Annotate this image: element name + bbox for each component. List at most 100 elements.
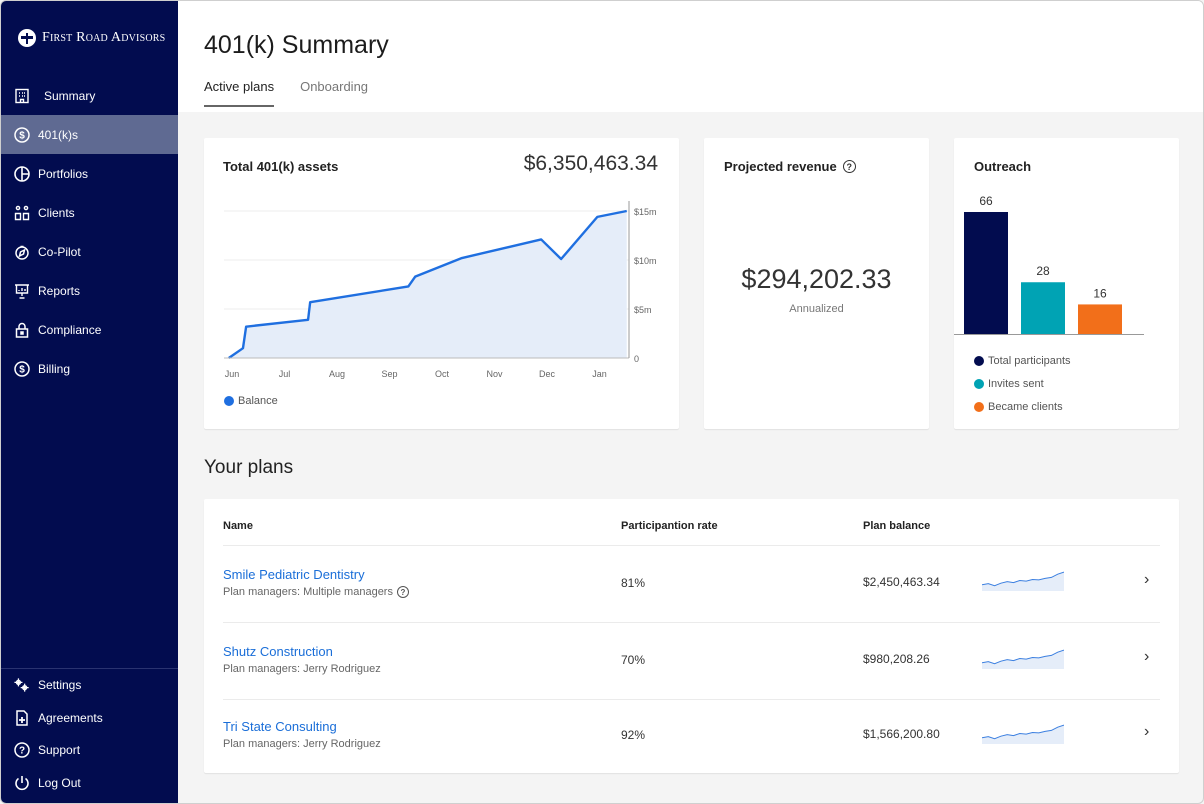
card-title: Projected revenue ? (724, 159, 856, 174)
page-header: 401(k) Summary Active plans Onboarding (178, 1, 1203, 112)
gears-icon (14, 677, 30, 693)
legend-item: Total participants (974, 349, 1071, 372)
plan-name-link[interactable]: Shutz Construction (223, 644, 333, 659)
bar-total-participants[interactable] (964, 212, 1008, 334)
chart-legend: Balance (224, 395, 278, 407)
table-row[interactable]: Shutz Construction Plan managers: Jerry R… (204, 623, 1179, 699)
bar-value-label: 16 (1093, 286, 1107, 300)
outreach-card: Outreach 66 28 16 Total participants Invite… (954, 138, 1179, 429)
column-header-plan-balance[interactable]: Plan balance (863, 520, 930, 532)
bar-value-label: 28 (1036, 264, 1050, 278)
plan-name-link[interactable]: Tri State Consulting (223, 719, 337, 734)
plans-table: Name Participantion rate Plan balance Sm… (204, 499, 1179, 773)
x-tick-label: Sep (381, 369, 397, 379)
sidebar-item-portfolios[interactable]: Portfolios (1, 154, 178, 193)
x-tick-label: Jan (592, 369, 607, 379)
x-tick-label: Dec (539, 369, 556, 379)
outreach-bar-chart: 66 28 16 (954, 194, 1144, 335)
balance-sparkline (982, 724, 1064, 744)
x-tick-label: Jun (225, 369, 240, 379)
dollar-circle-icon: $ (14, 360, 30, 377)
presentation-icon (14, 283, 30, 299)
balance-area (228, 211, 627, 358)
sidebar: First Road Advisors Summary $ 401(k)s Po… (1, 1, 178, 803)
plan-managers: Plan managers: Jerry Rodriguez (223, 738, 381, 750)
chevron-right-icon[interactable]: › (1144, 723, 1149, 741)
sidebar-item-support[interactable]: ? Support (1, 734, 178, 767)
brand-logo[interactable]: First Road Advisors (18, 29, 165, 47)
help-icon[interactable]: ? (396, 586, 409, 598)
projected-revenue-subtitle: Annualized (789, 303, 844, 315)
help-circle-icon: ? (14, 742, 30, 758)
lock-icon (14, 322, 30, 338)
document-plus-icon (14, 710, 30, 726)
balance-sparkline (982, 649, 1064, 669)
sidebar-item-compliance[interactable]: Compliance (1, 310, 178, 349)
app-window: First Road Advisors Summary $ 401(k)s Po… (0, 0, 1204, 804)
chevron-right-icon[interactable]: › (1144, 571, 1149, 589)
sparkline-area (982, 650, 1064, 669)
outreach-legend: Total participants Invites sent Became cli… (974, 349, 1071, 418)
participation-rate: 81% (621, 576, 646, 590)
svg-text:$: $ (19, 130, 25, 141)
sidebar-item-agreements[interactable]: Agreements (1, 702, 178, 735)
svg-text:?: ? (19, 746, 25, 757)
pie-chart-icon (14, 165, 30, 182)
y-tick-label: 0 (634, 354, 639, 364)
table-row[interactable]: Tri State Consulting Plan managers: Jerry… (204, 698, 1179, 774)
sidebar-item-billing[interactable]: $ Billing (1, 349, 178, 388)
svg-text:$: $ (19, 364, 25, 375)
legend-label-balance: Balance (238, 395, 278, 407)
sidebar-nav: Summary $ 401(k)s Portfolios Clients Co-… (1, 76, 178, 388)
plan-balance: $2,450,463.34 (863, 575, 940, 589)
brand-name: First Road Advisors (42, 30, 166, 45)
plan-managers: Plan managers: Jerry Rodriguez (223, 663, 381, 675)
tab-active-plans[interactable]: Active plans (204, 79, 275, 107)
total-assets-card: Total 401(k) assets $6,350,463.34 0 $5m $1… (204, 138, 679, 429)
legend-label: Became clients (988, 400, 1063, 413)
y-tick-label: $15m (634, 207, 657, 217)
x-tick-label: Nov (486, 369, 503, 379)
y-tick-label: $10m (634, 256, 657, 266)
sidebar-item-settings[interactable]: Settings (1, 669, 178, 702)
sidebar-bottom-nav: Settings Agreements ? Support Log Out (1, 668, 178, 799)
sparkline-area (982, 725, 1064, 744)
sidebar-item-co-pilot[interactable]: Co-Pilot (1, 232, 178, 271)
help-icon[interactable]: ? (842, 160, 856, 173)
legend-label: Total participants (988, 354, 1071, 367)
y-tick-label: $5m (634, 305, 652, 315)
sidebar-item-clients[interactable]: Clients (1, 193, 178, 232)
sparkline-area (982, 572, 1064, 591)
legend-item: Became clients (974, 395, 1071, 418)
column-header-participation-rate[interactable]: Participantion rate (621, 520, 718, 532)
tab-onboarding[interactable]: Onboarding (300, 79, 368, 107)
bar-value-label: 66 (979, 194, 993, 208)
x-tick-label: Oct (435, 369, 450, 379)
sidebar-item-summary[interactable]: Summary (1, 76, 178, 115)
legend-swatch (974, 355, 984, 366)
legend-item: Invites sent (974, 372, 1071, 395)
main-content: 401(k) Summary Active plans Onboarding T… (178, 1, 1203, 803)
signpost-logo-icon (18, 29, 36, 47)
tab-bar: Active plans Onboarding (204, 79, 368, 107)
bar-became-clients[interactable] (1078, 304, 1122, 334)
dollar-circle-icon: $ (14, 126, 30, 143)
bar-invites-sent[interactable] (1021, 282, 1065, 334)
sidebar-item-log-out[interactable]: Log Out (1, 767, 178, 800)
table-row[interactable]: Smile Pediatric Dentistry Plan managers: … (204, 546, 1179, 622)
plan-managers: Plan managers: Multiple managers? (223, 586, 409, 598)
compass-icon (14, 244, 30, 260)
power-icon (14, 775, 30, 791)
projected-revenue-card: Projected revenue ? $294,202.33 Annualiz… (704, 138, 929, 429)
participation-rate: 92% (621, 728, 646, 742)
chevron-right-icon[interactable]: › (1144, 648, 1149, 666)
sidebar-item-401ks[interactable]: $ 401(k)s (1, 115, 178, 154)
plan-name-link[interactable]: Smile Pediatric Dentistry (223, 567, 365, 582)
people-icon (14, 205, 30, 221)
legend-swatch-balance (224, 396, 234, 406)
column-header-name[interactable]: Name (223, 520, 253, 532)
x-tick-label: Aug (329, 369, 345, 379)
legend-swatch (974, 401, 984, 412)
sidebar-item-reports[interactable]: Reports (1, 271, 178, 310)
balance-sparkline (982, 571, 1064, 591)
